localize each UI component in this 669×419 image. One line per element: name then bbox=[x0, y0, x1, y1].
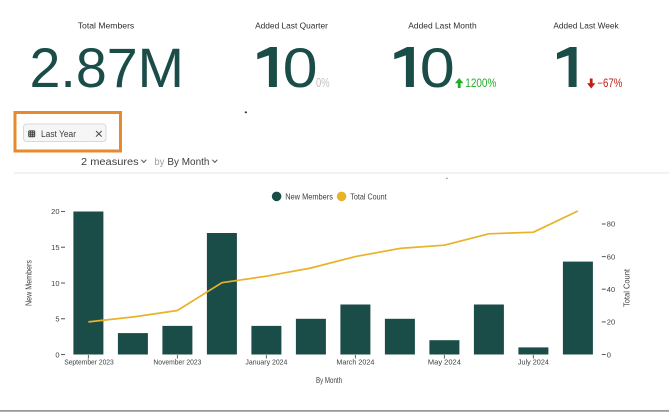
svg-text:Added Last Quarter: Added Last Quarter bbox=[255, 21, 328, 31]
svg-text:By Month: By Month bbox=[167, 156, 209, 168]
svg-text:New Members: New Members bbox=[285, 192, 333, 202]
svg-text:0: 0 bbox=[283, 37, 318, 99]
svg-text:By Month: By Month bbox=[316, 376, 342, 385]
svg-text:40: 40 bbox=[607, 285, 615, 294]
svg-text:Last Year: Last Year bbox=[41, 129, 76, 139]
svg-text:2 measures: 2 measures bbox=[81, 156, 139, 168]
svg-text:60: 60 bbox=[607, 252, 615, 261]
svg-text:10: 10 bbox=[51, 279, 59, 288]
svg-text:0%: 0% bbox=[316, 75, 330, 90]
svg-text:Added Last Week: Added Last Week bbox=[553, 21, 619, 31]
svg-text:80: 80 bbox=[607, 220, 615, 229]
svg-text:Total Count: Total Count bbox=[623, 268, 632, 307]
svg-text:Added Last Month: Added Last Month bbox=[408, 21, 477, 31]
svg-text:March 2024: March 2024 bbox=[336, 358, 374, 367]
svg-text:2.87M: 2.87M bbox=[30, 37, 185, 99]
svg-text:January 2024: January 2024 bbox=[245, 358, 287, 367]
svg-text:−67%: −67% bbox=[597, 78, 622, 90]
svg-text:May 2024: May 2024 bbox=[428, 358, 461, 367]
svg-text:November 2023: November 2023 bbox=[153, 358, 201, 367]
svg-text:0: 0 bbox=[55, 350, 59, 359]
svg-text:5: 5 bbox=[55, 315, 59, 324]
svg-text:by: by bbox=[154, 156, 165, 168]
svg-text:20: 20 bbox=[51, 207, 59, 216]
svg-text:Total Count: Total Count bbox=[350, 192, 387, 202]
svg-text:July 2024: July 2024 bbox=[518, 358, 549, 367]
svg-text:0: 0 bbox=[420, 37, 455, 99]
svg-text:1200%: 1200% bbox=[465, 78, 496, 90]
svg-text:September 2023: September 2023 bbox=[64, 358, 114, 367]
svg-text:15: 15 bbox=[51, 243, 59, 252]
svg-text:0: 0 bbox=[607, 350, 611, 359]
svg-text:Total Members: Total Members bbox=[78, 21, 135, 31]
svg-text:New Members: New Members bbox=[25, 260, 34, 306]
svg-text:20: 20 bbox=[607, 318, 615, 327]
